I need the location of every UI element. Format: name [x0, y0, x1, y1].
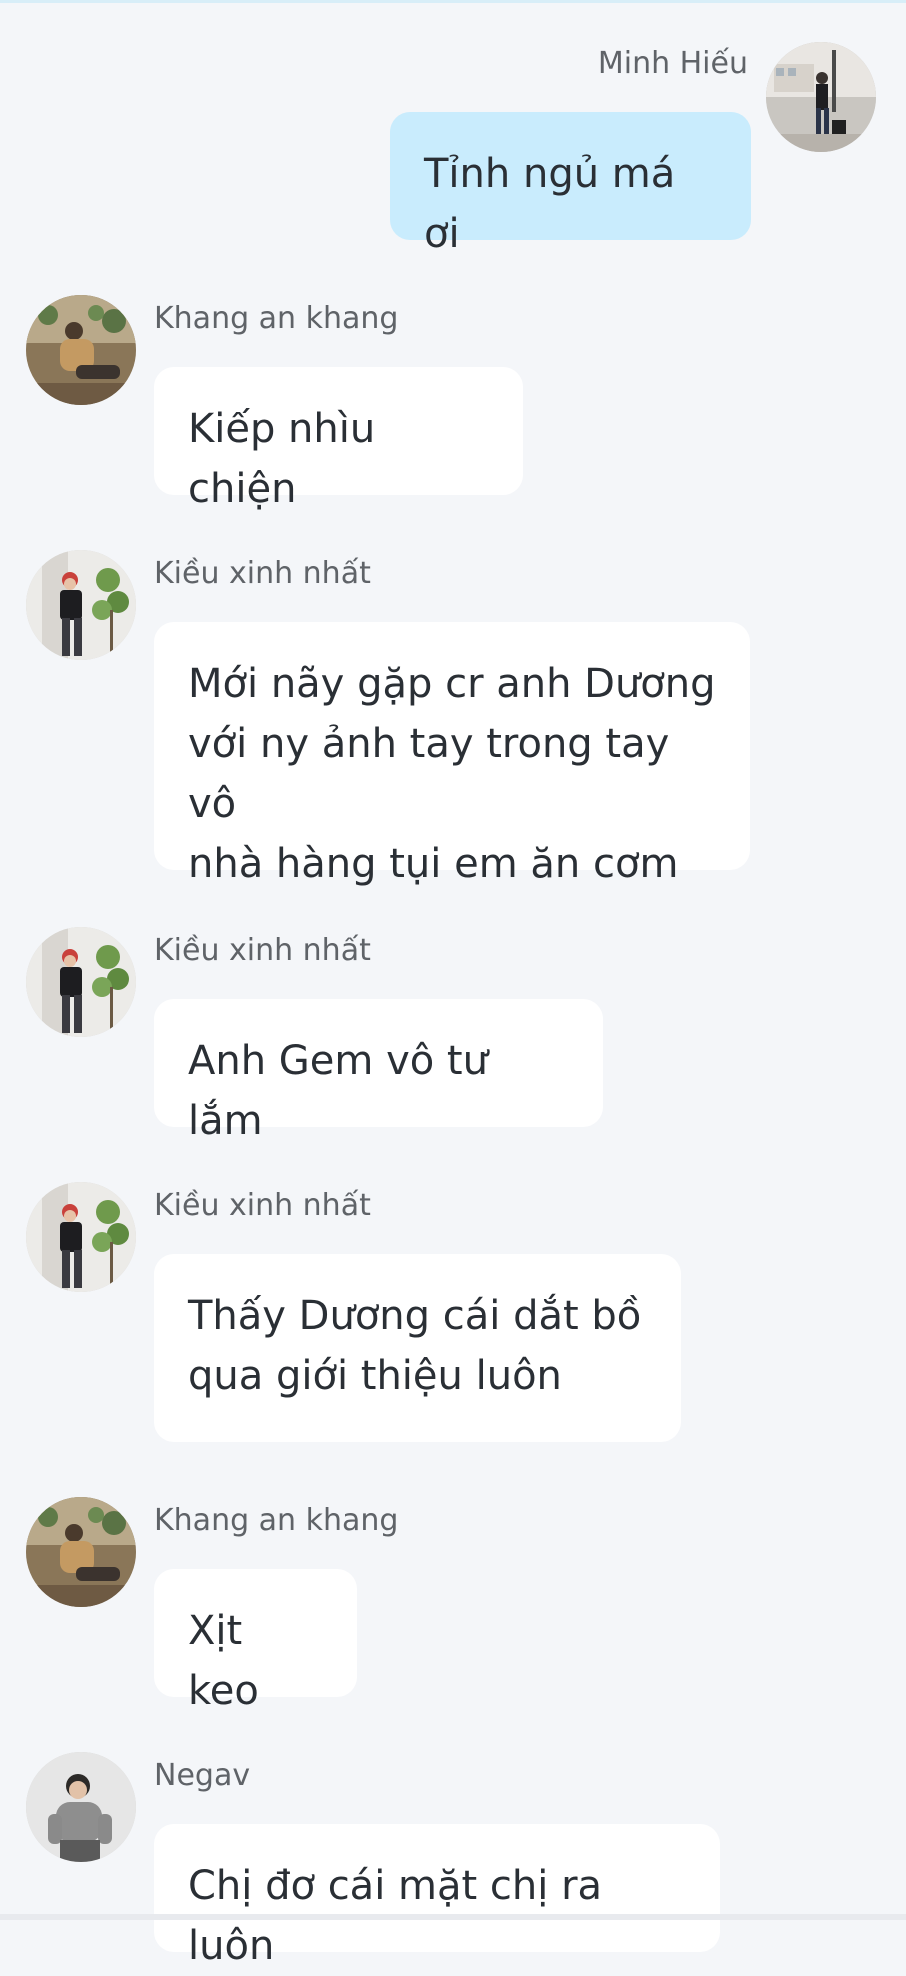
message-bubble[interactable]: Thấy Dương cái dắt bồ qua giới thiệu luô… — [154, 1254, 681, 1442]
sender-name: Negav — [154, 1758, 251, 1793]
message-bubble[interactable]: Mới nãy gặp cr anh Dương với ny ảnh tay … — [154, 622, 750, 887]
avatar-red-hair-icon[interactable] — [26, 1182, 136, 1292]
avatar-red-hair-icon[interactable] — [26, 927, 136, 1037]
message-bubble[interactable]: Anh Gem vô tư lắm — [154, 999, 603, 1144]
avatar-red-hair-icon[interactable] — [26, 550, 136, 660]
top-edge-line — [0, 0, 906, 3]
message-bubble[interactable]: Kiếp nhìu chiện — [154, 367, 523, 512]
bottom-edge-line — [0, 1914, 906, 1920]
sender-name: Kiều xinh nhất — [154, 933, 371, 968]
sender-name: Khang an khang — [154, 301, 399, 336]
sender-name: Minh Hiếu — [597, 46, 748, 81]
sender-name: Kiều xinh nhất — [154, 1188, 371, 1223]
message-bubble[interactable]: Chị đơ cái mặt chị ra luôn — [154, 1824, 720, 1969]
message-bubble[interactable]: Tỉnh ngủ má ơi — [390, 112, 751, 257]
avatar-traveler-icon[interactable] — [766, 42, 876, 152]
avatar-gray-sweater-icon[interactable] — [26, 1752, 136, 1862]
avatar-sitting-man-icon[interactable] — [26, 295, 136, 405]
avatar-sitting-man-icon[interactable] — [26, 1497, 136, 1607]
sender-name: Kiều xinh nhất — [154, 556, 371, 591]
sender-name: Khang an khang — [154, 1503, 399, 1538]
message-bubble[interactable]: Xịt keo — [154, 1569, 357, 1714]
